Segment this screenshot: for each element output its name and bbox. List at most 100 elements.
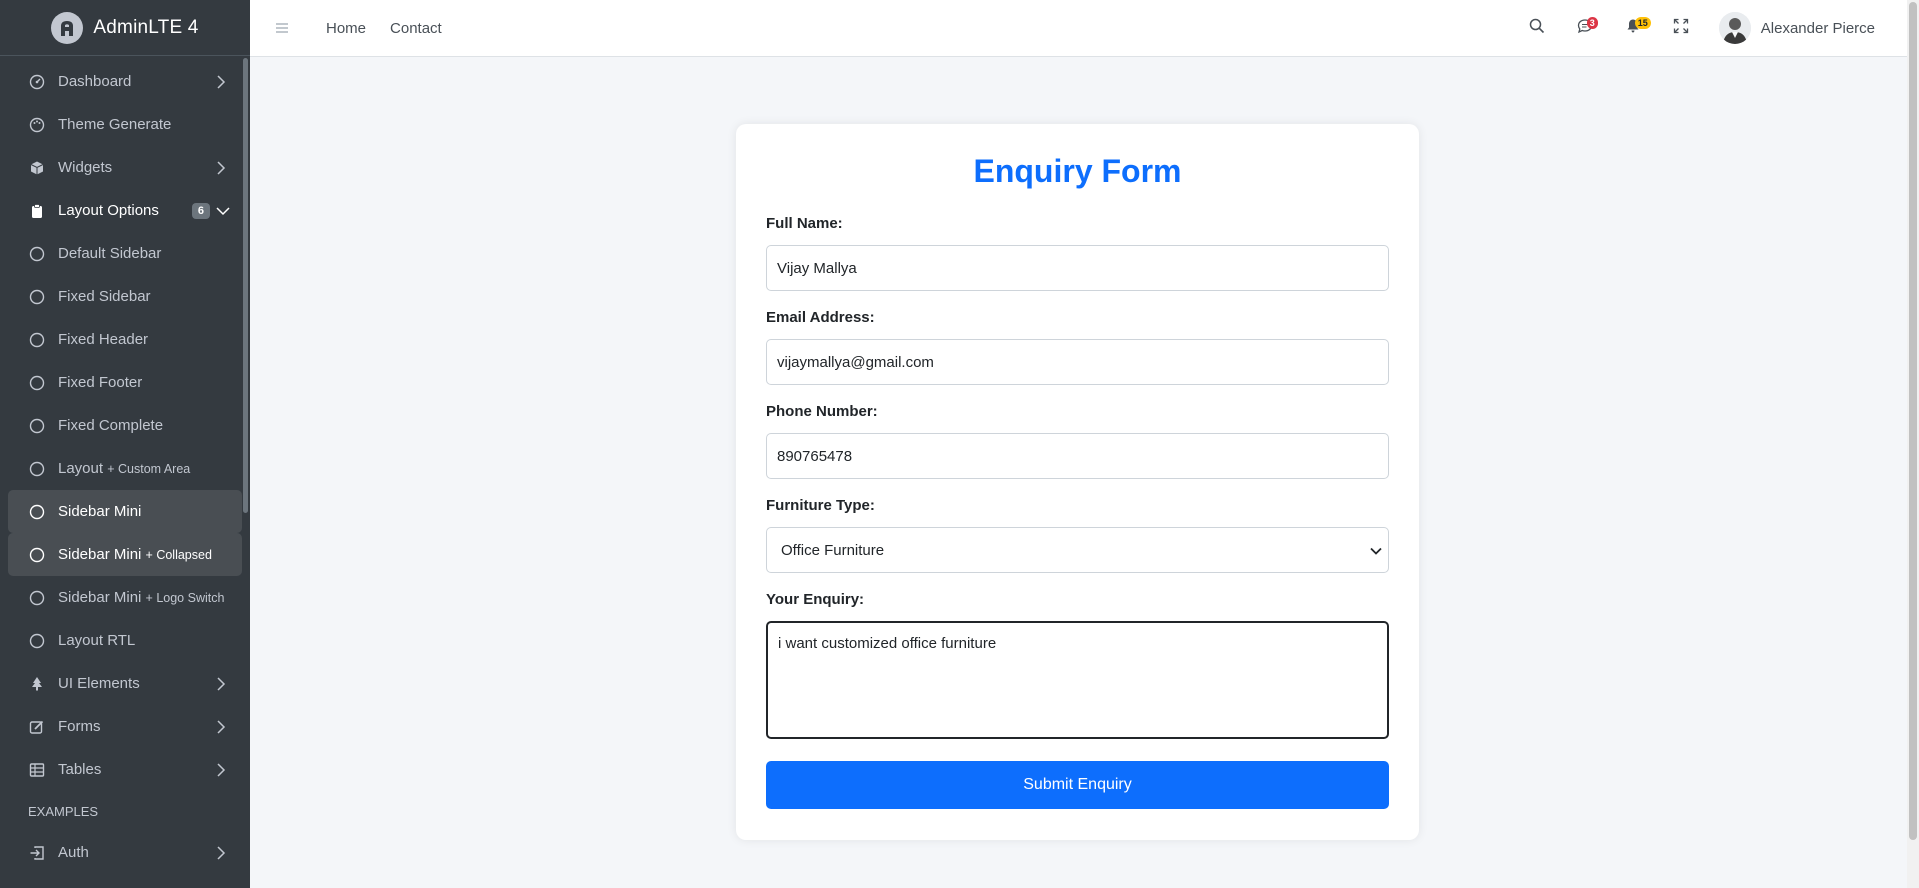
user-name: Alexander Pierce bbox=[1760, 19, 1875, 37]
login-icon bbox=[28, 844, 46, 862]
sidebar-item-label-suffix: + Logo Switch bbox=[145, 591, 225, 605]
circle-icon bbox=[28, 589, 46, 607]
chevron-right-icon bbox=[216, 845, 230, 860]
sidebar-item-label-main: Sidebar Mini bbox=[58, 589, 142, 606]
sidebar-item-label: Sidebar Mini + Logo Switch bbox=[58, 589, 230, 606]
chevron-right-icon bbox=[216, 160, 230, 175]
chevron-right-icon bbox=[216, 762, 230, 777]
circle-icon bbox=[28, 374, 46, 392]
enquiry-label: Your Enquiry: bbox=[766, 591, 865, 608]
sidebar-item-sidebar-mini-logo-switch[interactable]: Sidebar Mini + Logo Switch bbox=[8, 576, 242, 619]
furniture-type-select[interactable]: Office Furniture bbox=[766, 527, 1389, 573]
sidebar: AdminLTE 4 Dashboard Theme Generate Widg… bbox=[0, 0, 250, 888]
nav-link-home[interactable]: Home bbox=[326, 20, 366, 37]
box-icon bbox=[28, 159, 46, 177]
circle-icon bbox=[28, 546, 46, 564]
brand-name: AdminLTE 4 bbox=[93, 16, 199, 38]
sidebar-item-sidebar-mini[interactable]: Sidebar Mini bbox=[8, 490, 242, 533]
sidebar-section-header: EXAMPLES bbox=[28, 803, 99, 819]
top-navbar: Home Contact 3 15 Alexander Pierce bbox=[250, 0, 1919, 57]
sidebar-item-widgets[interactable]: Widgets bbox=[8, 146, 242, 189]
brand-link[interactable]: AdminLTE 4 bbox=[0, 0, 250, 56]
sidebar-item-ui-elements[interactable]: UI Elements bbox=[8, 662, 242, 705]
sidebar-item-label: Fixed Sidebar bbox=[58, 288, 151, 305]
notifications-count-badge: 15 bbox=[1634, 17, 1651, 29]
palette-icon bbox=[28, 116, 46, 134]
speedometer-icon bbox=[28, 73, 46, 91]
sidebar-item-label: Widgets bbox=[58, 159, 113, 176]
menu-toggle-icon[interactable] bbox=[276, 18, 298, 39]
sidebar-item-auth[interactable]: Auth bbox=[8, 831, 242, 874]
sidebar-scrollbar[interactable] bbox=[243, 58, 248, 513]
sidebar-item-fixed-footer[interactable]: Fixed Footer bbox=[8, 361, 242, 404]
sidebar-item-tables[interactable]: Tables bbox=[8, 748, 242, 791]
chevron-right-icon bbox=[216, 719, 230, 734]
chevron-right-icon bbox=[216, 676, 230, 691]
pencil-square-icon bbox=[28, 718, 46, 736]
sidebar-item-fixed-sidebar[interactable]: Fixed Sidebar bbox=[8, 275, 242, 318]
navbar-right: 3 15 Alexander Pierce bbox=[1513, 0, 1919, 56]
sidebar-item-label: Layout RTL bbox=[58, 632, 136, 649]
layout-options-count-badge: 6 bbox=[191, 202, 210, 219]
full-name-input[interactable] bbox=[766, 245, 1389, 291]
circle-icon bbox=[28, 245, 46, 263]
sidebar-item-label-suffix: + Collapsed bbox=[145, 548, 212, 562]
sidebar-item-label: Fixed Footer bbox=[58, 374, 143, 391]
page-scrollbar[interactable] bbox=[1907, 0, 1919, 888]
clipboard-icon bbox=[28, 202, 46, 220]
nav-link-contact[interactable]: Contact bbox=[390, 20, 442, 37]
email-input[interactable] bbox=[766, 339, 1389, 385]
furniture-type-label: Furniture Type: bbox=[766, 497, 875, 514]
sidebar-item-dashboard[interactable]: Dashboard bbox=[8, 60, 242, 103]
circle-icon bbox=[28, 288, 46, 306]
sidebar-item-fixed-header[interactable]: Fixed Header bbox=[8, 318, 242, 361]
brand-logo-icon bbox=[51, 11, 84, 44]
search-button[interactable] bbox=[1513, 0, 1561, 56]
sidebar-item-label: Theme Generate bbox=[58, 116, 172, 133]
furniture-type-selected-value: Office Furniture bbox=[781, 541, 885, 559]
user-menu[interactable]: Alexander Pierce bbox=[1718, 12, 1875, 44]
fullscreen-button[interactable] bbox=[1657, 0, 1705, 56]
sidebar-item-label: Default Sidebar bbox=[58, 245, 162, 262]
email-label: Email Address: bbox=[766, 309, 875, 326]
messages-count-badge: 3 bbox=[1586, 17, 1598, 29]
sidebar-item-label-suffix: + Custom Area bbox=[107, 462, 191, 476]
enquiry-textarea[interactable]: i want customized office furniture bbox=[766, 621, 1389, 739]
sidebar-item-label: Tables bbox=[58, 761, 102, 778]
sidebar-item-label: Dashboard bbox=[58, 73, 132, 90]
messages-button[interactable]: 3 bbox=[1561, 0, 1609, 56]
sidebar-nav: Dashboard Theme Generate Widgets Layout … bbox=[0, 60, 250, 874]
notifications-button[interactable]: 15 bbox=[1609, 0, 1657, 56]
sidebar-item-layout-custom-area[interactable]: Layout + Custom Area bbox=[8, 447, 242, 490]
page-scrollbar-thumb[interactable] bbox=[1909, 2, 1917, 840]
circle-icon bbox=[28, 331, 46, 349]
tree-icon bbox=[28, 675, 46, 693]
sidebar-item-sidebar-mini-collapsed[interactable]: Sidebar Mini + Collapsed bbox=[8, 533, 242, 576]
chevron-down-icon bbox=[1370, 542, 1382, 559]
phone-input[interactable] bbox=[766, 433, 1389, 479]
fullscreen-icon bbox=[1673, 18, 1689, 39]
circle-icon bbox=[28, 632, 46, 650]
sidebar-item-forms[interactable]: Forms bbox=[8, 705, 242, 748]
sidebar-item-label-main: Sidebar Mini bbox=[58, 546, 142, 563]
sidebar-item-layout-rtl[interactable]: Layout RTL bbox=[8, 619, 242, 662]
submit-enquiry-button[interactable]: Submit Enquiry bbox=[766, 761, 1389, 809]
sidebar-item-label: Layout Options bbox=[58, 202, 159, 219]
sidebar-item-label: Auth bbox=[58, 844, 89, 861]
sidebar-item-label-main: Layout bbox=[58, 460, 104, 477]
sidebar-item-label: Fixed Complete bbox=[58, 417, 164, 434]
phone-label: Phone Number: bbox=[766, 403, 878, 420]
sidebar-item-theme-generate[interactable]: Theme Generate bbox=[8, 103, 242, 146]
enquiry-form-card: Enquiry Form Full Name: Email Address: P… bbox=[736, 124, 1419, 840]
avatar bbox=[1718, 12, 1751, 44]
sidebar-item-layout-options[interactable]: Layout Options 6 bbox=[8, 189, 242, 232]
circle-icon bbox=[28, 417, 46, 435]
sidebar-item-label: Sidebar Mini + Collapsed bbox=[58, 546, 230, 563]
sidebar-item-label: Sidebar Mini bbox=[58, 503, 142, 520]
sidebar-item-fixed-complete[interactable]: Fixed Complete bbox=[8, 404, 242, 447]
sidebar-item-label: Layout + Custom Area bbox=[58, 460, 230, 477]
sidebar-item-default-sidebar[interactable]: Default Sidebar bbox=[8, 232, 242, 275]
search-icon bbox=[1529, 18, 1545, 39]
sidebar-item-label: Fixed Header bbox=[58, 331, 149, 348]
sidebar-item-label: UI Elements bbox=[58, 675, 140, 692]
